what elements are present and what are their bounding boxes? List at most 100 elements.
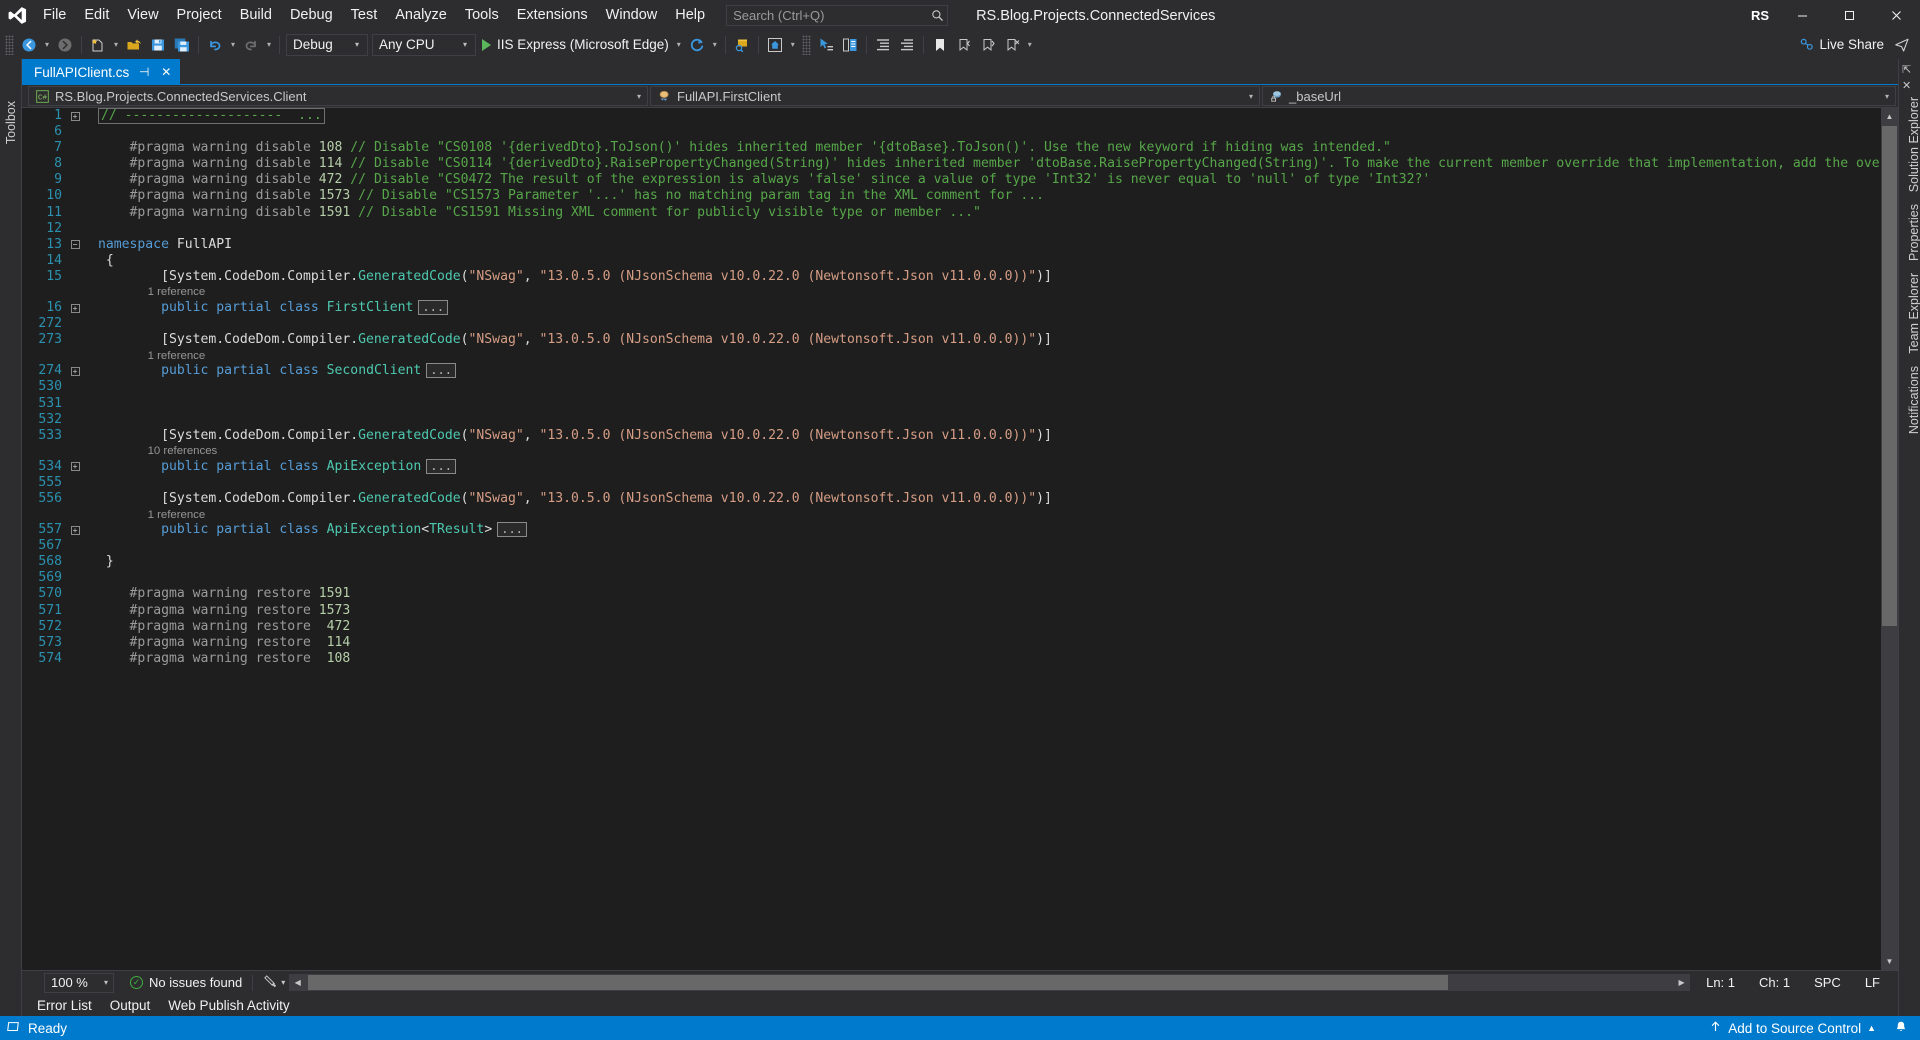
collapsed-region-ellipsis[interactable]: ... <box>426 363 456 379</box>
account-avatar[interactable]: RS <box>1747 3 1773 29</box>
fold-toggle-plus[interactable]: + <box>68 303 82 313</box>
sidebar-item-team-explorer[interactable]: Team Explorer <box>1907 273 1920 354</box>
menu-item-tools[interactable]: Tools <box>456 0 508 31</box>
codelens-row[interactable]: 1 reference <box>22 507 1881 522</box>
redo-icon[interactable] <box>239 33 263 57</box>
code-line[interactable]: 573 #pragma warning restore 114 <box>22 635 1881 651</box>
issue-filter-button[interactable]: ▾ <box>263 975 285 990</box>
start-debug-button[interactable]: IIS Express (Microsoft Edge) <box>478 33 673 57</box>
spaces-indicator[interactable]: SPC <box>1802 975 1853 990</box>
code-line[interactable]: 16 + public partial class FirstClient... <box>22 300 1881 316</box>
code-line[interactable]: 273 [System.CodeDom.Compiler.GeneratedCo… <box>22 332 1881 348</box>
start-target-dropdown-icon[interactable]: ▾ <box>673 33 685 57</box>
toolbar-grip[interactable] <box>801 34 811 55</box>
chevron-down-icon[interactable]: ▾ <box>1879 92 1895 101</box>
code-line[interactable]: 15 [System.CodeDom.Compiler.GeneratedCod… <box>22 269 1881 285</box>
menu-item-view[interactable]: View <box>118 0 167 31</box>
codelens-reference-link[interactable]: 1 reference <box>148 509 206 521</box>
codelens-text[interactable]: 10 references <box>98 443 1881 459</box>
menu-item-extensions[interactable]: Extensions <box>508 0 597 31</box>
fold-toggle-plus[interactable]: + <box>68 366 82 376</box>
code-line[interactable]: 13− namespace FullAPI <box>22 237 1881 253</box>
codelens-reference-link[interactable]: 1 reference <box>148 286 206 298</box>
navigate-back-dropdown-icon[interactable]: ▾ <box>41 33 53 57</box>
code-line[interactable]: 572 #pragma warning restore 472 <box>22 619 1881 635</box>
notifications-button[interactable] <box>1890 1020 1912 1037</box>
open-file-icon[interactable] <box>122 33 146 57</box>
code-line[interactable]: 11 #pragma warning disable 1591 // Disab… <box>22 205 1881 221</box>
zoom-level-combo[interactable]: 100 % ▾ <box>44 972 114 993</box>
code-line[interactable]: 574 #pragma warning restore 108 <box>22 651 1881 667</box>
scrollbar-thumb[interactable] <box>1882 126 1897 626</box>
navigate-forward-icon[interactable] <box>53 33 77 57</box>
code-line[interactable]: 530 <box>22 379 1881 395</box>
line-ending-indicator[interactable]: LF <box>1853 975 1892 990</box>
menu-item-debug[interactable]: Debug <box>281 0 342 31</box>
navbar-member-combo[interactable]: _baseUrl ▾ <box>1262 86 1896 106</box>
sidebar-item-solution-explorer[interactable]: Solution Explorer <box>1907 97 1920 192</box>
fold-toggle-plus[interactable]: + <box>68 462 82 472</box>
new-project-icon[interactable] <box>86 33 110 57</box>
code-line[interactable]: 7 #pragma warning disable 108 // Disable… <box>22 140 1881 156</box>
send-feedback-icon[interactable] <box>1890 33 1914 57</box>
code-line[interactable]: 8 #pragma warning disable 114 // Disable… <box>22 156 1881 172</box>
menu-item-project[interactable]: Project <box>168 0 231 31</box>
codelens-text[interactable]: 1 reference <box>98 284 1881 300</box>
codelens-text[interactable]: 1 reference <box>98 348 1881 364</box>
code-line[interactable]: 569 <box>22 570 1881 586</box>
menu-item-file[interactable]: File <box>34 0 75 31</box>
chevron-down-icon[interactable]: ▾ <box>631 92 647 101</box>
close-icon[interactable]: ✕ <box>159 65 173 79</box>
outdent-icon[interactable] <box>895 33 919 57</box>
chevron-down-icon[interactable]: ▾ <box>104 978 113 987</box>
code-line[interactable]: 6 <box>22 124 1881 140</box>
platform-combo[interactable]: Any CPU ▾ <box>372 33 476 56</box>
hot-reload-dropdown-icon[interactable]: ▾ <box>709 33 721 57</box>
bookmark-icon[interactable] <box>928 33 952 57</box>
menu-item-window[interactable]: Window <box>597 0 667 31</box>
code-line[interactable]: 14 { <box>22 253 1881 269</box>
code-line[interactable]: 531 <box>22 396 1881 412</box>
compare-icon[interactable] <box>838 33 862 57</box>
undo-dropdown-icon[interactable]: ▾ <box>227 33 239 57</box>
search-icon[interactable] <box>927 6 947 26</box>
search-input[interactable] <box>727 8 928 23</box>
menu-item-test[interactable]: Test <box>342 0 387 31</box>
preview-home-icon[interactable] <box>763 33 787 57</box>
navbar-project-combo[interactable]: C# RS.Blog.Projects.ConnectedServices.Cl… <box>28 86 648 106</box>
menu-item-analyze[interactable]: Analyze <box>386 0 456 31</box>
sidebar-item-toolbox[interactable]: Toolbox <box>4 101 18 144</box>
next-bookmark-icon[interactable] <box>976 33 1000 57</box>
collapsed-region-ellipsis[interactable]: ... <box>497 522 527 538</box>
code-line[interactable]: 568 } <box>22 554 1881 570</box>
new-project-dropdown-icon[interactable]: ▾ <box>110 33 122 57</box>
fold-toggle-plus[interactable]: + <box>68 111 82 121</box>
code-line[interactable]: 274 + public partial class SecondClient..… <box>22 363 1881 379</box>
pin-icon[interactable]: ⊣ <box>137 65 151 79</box>
code-line[interactable]: 571 #pragma warning restore 1573 <box>22 603 1881 619</box>
menu-item-edit[interactable]: Edit <box>75 0 118 31</box>
preview-home-dropdown-icon[interactable]: ▾ <box>787 33 799 57</box>
redo-dropdown-icon[interactable]: ▾ <box>263 33 275 57</box>
code-line[interactable]: 534 + public partial class ApiException..… <box>22 458 1881 475</box>
code-line[interactable]: 12 <box>22 221 1881 237</box>
save-icon[interactable] <box>146 33 170 57</box>
navigate-back-icon[interactable] <box>17 33 41 57</box>
attach-pointer-icon[interactable] <box>814 33 838 57</box>
navbar-type-combo[interactable]: FullAPI.FirstClient ▾ <box>650 86 1260 106</box>
issues-indicator[interactable]: ✓ No issues found <box>130 975 242 990</box>
previous-bookmark-icon[interactable] <box>952 33 976 57</box>
editor-horizontal-scrollbar[interactable]: ◀ ▶ <box>289 974 1691 991</box>
search-box[interactable] <box>726 5 949 26</box>
undo-icon[interactable] <box>203 33 227 57</box>
tool-window-tab-output[interactable]: Output <box>101 994 160 1016</box>
clear-bookmarks-icon[interactable] <box>1000 33 1024 57</box>
code-line[interactable]: 570 #pragma warning restore 1591 <box>22 586 1881 602</box>
scroll-left-arrow-icon[interactable]: ◀ <box>289 974 307 991</box>
collapsed-region-ellipsis[interactable]: ... <box>426 458 456 474</box>
maximize-button[interactable] <box>1826 0 1873 31</box>
fold-toggle-minus[interactable]: − <box>68 240 82 250</box>
code-line[interactable]: 272 <box>22 316 1881 332</box>
chevron-down-icon[interactable]: ▾ <box>351 40 367 49</box>
configuration-combo[interactable]: Debug ▾ <box>286 33 368 56</box>
